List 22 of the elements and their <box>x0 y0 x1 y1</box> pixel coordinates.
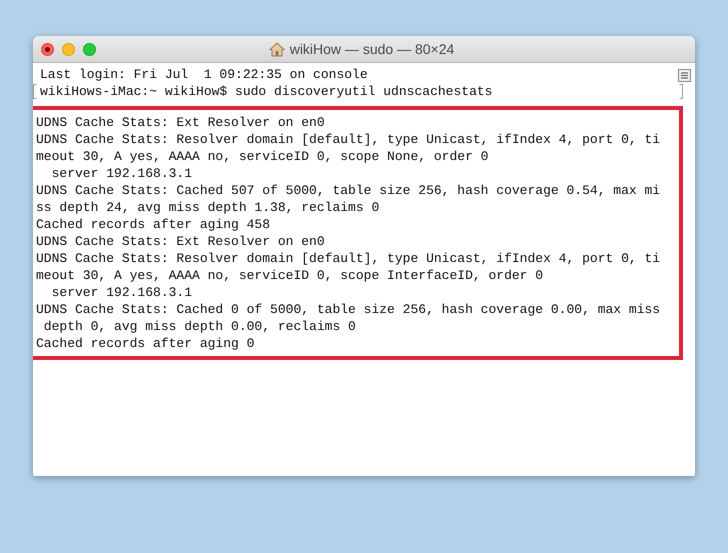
terminal-line: UDNS Cache Stats: Resolver domain [default], type Unicast, ifIndex 4, port 0, ti <box>36 131 660 148</box>
terminal-line: Cached records after aging 458 <box>36 216 270 233</box>
bracket-mark-icon <box>33 84 37 99</box>
terminal-line: meout 30, A yes, AAAA no, serviceID 0, scope None, order 0 <box>36 148 488 165</box>
close-button[interactable] <box>41 42 54 56</box>
terminal-line: meout 30, A yes, AAAA no, serviceID 0, scope InterfaceID, order 0 <box>36 267 544 284</box>
home-icon <box>268 42 285 56</box>
terminal-line: wikiHows-iMac:~ wikiHow$ sudo discoveryutil udnscachestats <box>39 83 494 100</box>
terminal-line: Cached records after aging 0 <box>36 335 254 352</box>
terminal-line: ss depth 24, avg miss depth 1.38, reclaims 0 <box>36 199 380 216</box>
scroll-marks-icon[interactable] <box>678 69 691 82</box>
terminal-line: UDNS Cache Stats: Ext Resolver on en0 <box>36 114 325 131</box>
bracket-mark-icon <box>679 84 683 99</box>
terminal-line: server 192.168.3.1 <box>50 165 192 182</box>
terminal-line: depth 0, avg miss depth 0.00, reclaims 0 <box>42 318 356 335</box>
terminal-line: UDNS Cache Stats: Cached 0 of 5000, table size 256, hash coverage 0.00, max miss <box>36 301 660 318</box>
window-title: wikiHow — sudo — 80×24 <box>290 41 454 57</box>
terminal-line: UDNS Cache Stats: Cached 507 of 5000, table size 256, hash coverage 0.54, max mi <box>36 182 660 199</box>
terminal-line: UDNS Cache Stats: Resolver domain [default], type Unicast, ifIndex 4, port 0, ti <box>36 250 660 267</box>
terminal-line: Last login: Fri Jul 1 09:22:35 on console <box>39 66 368 83</box>
terminal-line: server 192.168.3.1 <box>50 284 192 301</box>
terminal-line: UDNS Cache Stats: Ext Resolver on en0 <box>36 233 325 250</box>
